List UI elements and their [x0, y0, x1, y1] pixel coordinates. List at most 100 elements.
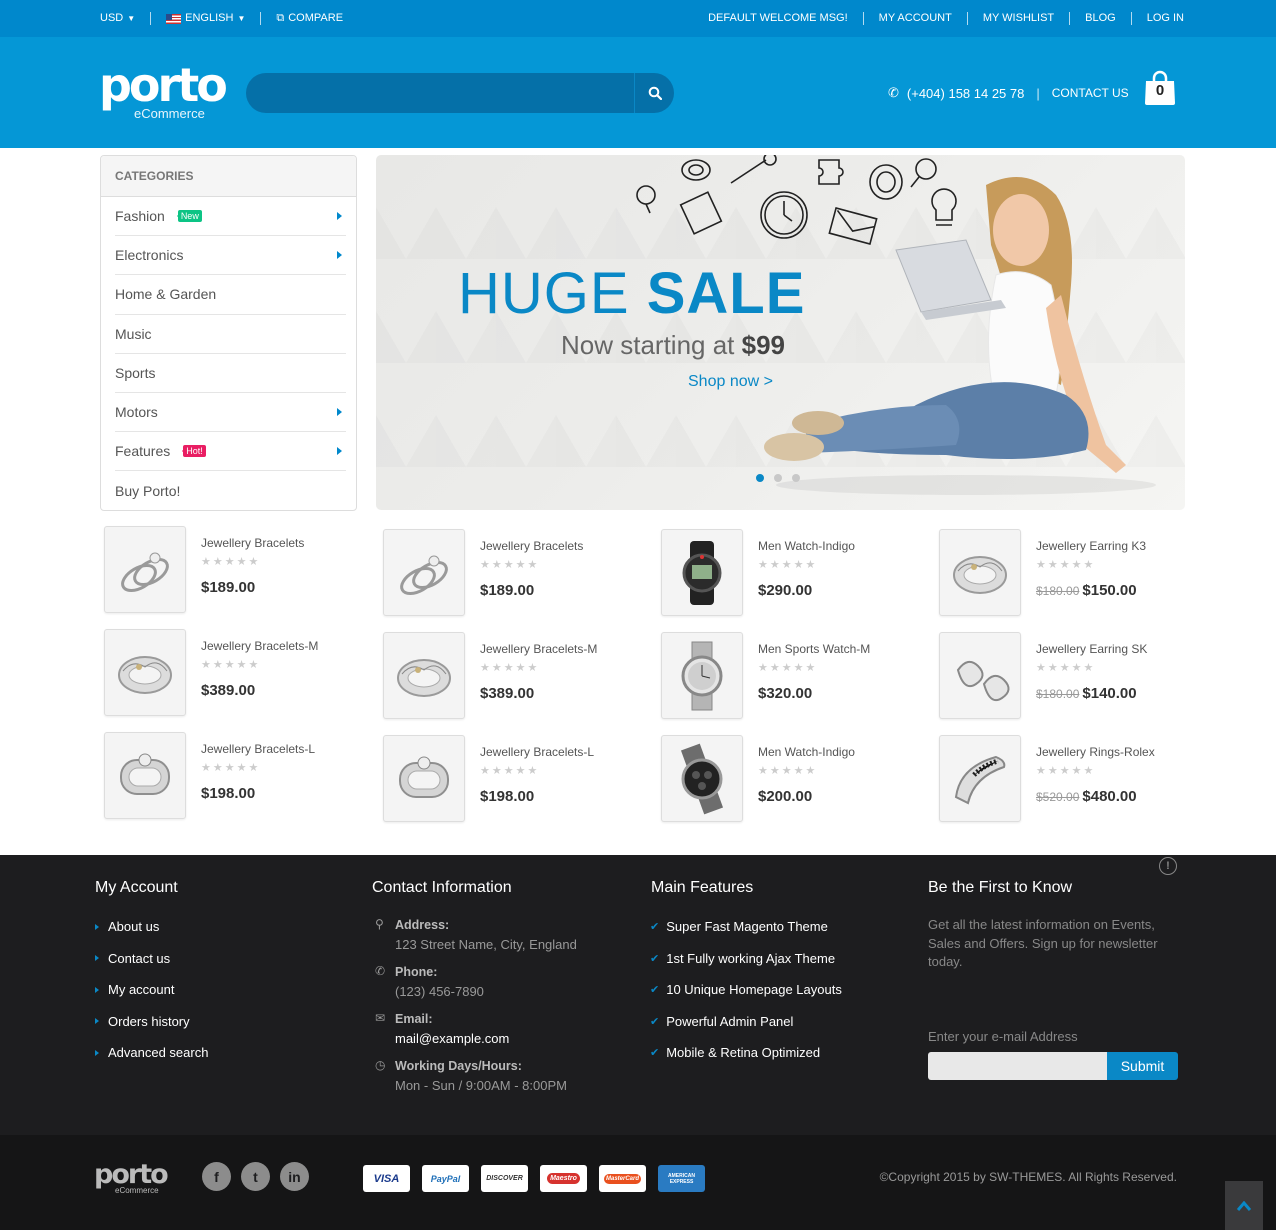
slider-dot[interactable] — [792, 474, 800, 482]
linkedin-icon[interactable]: in — [280, 1162, 309, 1191]
cuff-icon — [954, 755, 1006, 804]
current-price: $198.00 — [201, 785, 256, 802]
product-item[interactable]: Jewellery Bracelets ★★★★★ $189.00 — [104, 526, 374, 618]
chevron-right-icon — [337, 251, 342, 260]
category-item[interactable]: Buy Porto! — [115, 471, 346, 510]
product-name[interactable]: Jewellery Bracelets — [480, 539, 583, 553]
current-price: $189.00 — [201, 579, 256, 596]
contact-us-link[interactable]: CONTACT US — [1052, 86, 1129, 100]
phone-icon: ✆ — [888, 85, 899, 100]
product-image[interactable] — [661, 735, 743, 822]
phone-icon: ✆ — [375, 964, 386, 978]
footer-account-link[interactable]: My account — [95, 974, 208, 1006]
site-logo[interactable]: porto eCommerce — [99, 58, 228, 121]
newsletter-section: Get all the latest information on Events… — [928, 916, 1178, 1080]
footer-account-link[interactable]: About us — [95, 911, 208, 943]
search-button[interactable] — [634, 73, 674, 113]
product-item[interactable]: Jewellery Earring SK ★★★★★ $180.00 $140.00 — [939, 632, 1209, 724]
newsletter-submit-button[interactable]: Submit — [1107, 1052, 1178, 1080]
category-item[interactable]: Sports — [115, 354, 346, 393]
product-name[interactable]: Jewellery Bracelets-L — [480, 745, 594, 759]
product-name[interactable]: Jewellery Bracelets-L — [201, 742, 315, 756]
footer-account-link[interactable]: Advanced search — [95, 1037, 208, 1069]
product-image[interactable] — [939, 735, 1021, 822]
currency-switcher[interactable]: USD ▼ — [100, 12, 150, 25]
slider-dot[interactable] — [774, 474, 782, 482]
product-image[interactable] — [939, 529, 1021, 616]
language-switcher[interactable]: ENGLISH ▼ — [150, 12, 260, 25]
category-item[interactable]: Features Hot! — [115, 432, 346, 472]
product-item[interactable]: Men Sports Watch-M ★★★★★ $320.00 — [661, 632, 931, 724]
current-price: $480.00 — [1082, 788, 1137, 805]
compare-link[interactable]: ⧉ COMPARE — [260, 12, 358, 25]
product-image[interactable] — [104, 629, 186, 716]
footer-account-links: About us Contact us My account Orders histo… — [95, 911, 208, 1069]
product-item[interactable]: Jewellery Bracelets-L ★★★★★ $198.00 — [383, 735, 653, 827]
my-account-link[interactable]: MY ACCOUNT — [862, 12, 967, 25]
product-image[interactable] — [104, 732, 186, 819]
product-image[interactable] — [383, 735, 465, 822]
product-name[interactable]: Jewellery Rings-Rolex — [1036, 745, 1155, 759]
logo-word: porto — [99, 58, 228, 112]
product-price: $198.00 — [201, 785, 255, 802]
product-name[interactable]: Men Watch-Indigo — [758, 539, 855, 553]
product-item[interactable]: Jewellery Bracelets ★★★★★ $189.00 — [383, 529, 653, 621]
search-input[interactable] — [246, 73, 634, 113]
category-item[interactable]: Fashion New — [115, 197, 346, 237]
product-image[interactable] — [383, 529, 465, 616]
earring-icon — [956, 660, 1010, 701]
footer-features-list: Super Fast Magento Theme1st Fully workin… — [650, 911, 842, 1069]
product-item[interactable]: Jewellery Rings-Rolex ★★★★★ $520.00 $480.00 — [939, 735, 1209, 827]
email-link[interactable]: mail@example.com — [395, 1031, 509, 1046]
product-image[interactable] — [939, 632, 1021, 719]
product-name[interactable]: Jewellery Bracelets — [201, 536, 304, 550]
product-name[interactable]: Men Sports Watch-M — [758, 642, 870, 656]
rating-stars: ★★★★★ — [1036, 559, 1096, 571]
product-item[interactable]: Men Watch-Indigo ★★★★★ $290.00 — [661, 529, 931, 621]
footer-account-link[interactable]: Contact us — [95, 943, 208, 975]
current-price: $200.00 — [758, 788, 813, 805]
category-label: Music — [115, 325, 152, 342]
twitter-icon[interactable]: t — [241, 1162, 270, 1191]
product-image[interactable] — [383, 632, 465, 719]
product-image[interactable] — [104, 526, 186, 613]
back-to-top-button[interactable] — [1225, 1181, 1263, 1230]
product-item[interactable]: Jewellery Bracelets-M ★★★★★ $389.00 — [104, 629, 374, 721]
cart-button[interactable]: 0 — [1144, 70, 1176, 106]
category-item[interactable]: Home & Garden — [115, 275, 346, 315]
product-item[interactable]: Men Watch-Indigo ★★★★★ $200.00 — [661, 735, 931, 827]
footer-account-link[interactable]: Orders history — [95, 1006, 208, 1038]
product-item[interactable]: Jewellery Earring K3 ★★★★★ $180.00 $150.00 — [939, 529, 1209, 621]
product-price: $320.00 — [758, 685, 812, 702]
product-image[interactable] — [661, 632, 743, 719]
chevron-right-icon — [337, 212, 342, 220]
product-item[interactable]: Jewellery Bracelets-M ★★★★★ $389.00 — [383, 632, 653, 724]
visa-card-icon: VISA — [363, 1165, 410, 1192]
product-name[interactable]: Jewellery Bracelets-M — [480, 642, 597, 656]
newsletter-email-input[interactable] — [928, 1052, 1107, 1080]
facebook-icon[interactable]: f — [202, 1162, 231, 1191]
slider-dot[interactable] — [756, 474, 764, 482]
my-wishlist-link[interactable]: MY WISHLIST — [966, 12, 1069, 25]
category-item[interactable]: Music — [115, 315, 346, 354]
us-flag-icon — [166, 13, 182, 24]
envelope-icon: ✉ — [375, 1011, 386, 1025]
current-price: $389.00 — [201, 682, 256, 699]
login-link[interactable]: LOG IN — [1130, 12, 1184, 25]
product-name[interactable]: Jewellery Earring K3 — [1036, 539, 1146, 553]
product-item[interactable]: Jewellery Bracelets-L ★★★★★ $198.00 — [104, 732, 374, 824]
silver-watch-icon — [681, 641, 723, 710]
blog-link[interactable]: BLOG — [1069, 12, 1131, 25]
top-bar: USD ▼ ENGLISH ▼ ⧉ COMPARE DEFAULT WELCOME M… — [0, 0, 1276, 37]
rating-stars: ★★★★★ — [201, 556, 261, 568]
category-item[interactable]: Motors — [115, 393, 346, 433]
footer-logo-subtitle: eCommerce — [115, 1186, 159, 1195]
product-name[interactable]: Jewellery Bracelets-M — [201, 639, 318, 653]
product-image[interactable] — [661, 529, 743, 616]
category-item[interactable]: Electronics — [115, 236, 346, 276]
band-ring-icon — [120, 753, 170, 795]
product-name[interactable]: Men Watch-Indigo — [758, 745, 855, 759]
product-name[interactable]: Jewellery Earring SK — [1036, 642, 1147, 656]
current-price: $198.00 — [480, 788, 535, 805]
feature-item: 10 Unique Homepage Layouts — [650, 974, 842, 1006]
